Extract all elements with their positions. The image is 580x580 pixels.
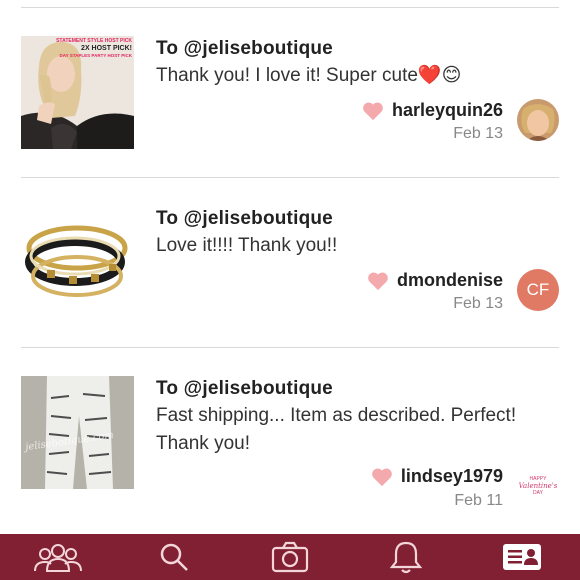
listing-thumbnail[interactable]: STATEMENT STYLE HOST PICK 2X HOST PICK! … [21, 36, 134, 149]
tab-account[interactable] [464, 534, 580, 580]
listing-thumbnail[interactable] [21, 206, 134, 319]
heart-icon [372, 468, 392, 486]
feedback-card[interactable]: To @jeliseboutique Love it!!!! Thank you… [0, 198, 580, 348]
tab-search[interactable] [116, 534, 232, 580]
recipient-label[interactable]: To @jeliseboutique [156, 208, 333, 230]
badge-text: 2X HOST PICK! [81, 45, 132, 52]
feedback-date: Feb 13 [453, 295, 503, 312]
recipient-label[interactable]: To @jeliseboutique [156, 38, 333, 60]
feedback-author[interactable]: dmondenise [367, 270, 503, 291]
profile-card-icon [503, 544, 541, 570]
avatar[interactable] [517, 99, 559, 141]
avatar-photo [517, 99, 559, 141]
divider [21, 347, 559, 348]
heart-icon [368, 272, 388, 290]
username[interactable]: lindsey1979 [401, 466, 503, 487]
badge-text: DAY STAPLES PARTY HOST PICK [59, 53, 132, 58]
tab-news[interactable] [348, 534, 464, 580]
listing-photo-bangles [21, 206, 134, 319]
feedback-author[interactable]: lindsey1979 [371, 466, 503, 487]
camera-icon [271, 541, 309, 573]
username[interactable]: harleyquin26 [392, 100, 503, 121]
listing-photo-jeans [21, 376, 134, 489]
avatar[interactable]: HAPPY Valentine's DAY [517, 466, 559, 508]
feedback-message: Fast shipping... Item as described. Perf… [156, 405, 517, 454]
username[interactable]: dmondenise [397, 270, 503, 291]
listing-thumbnail[interactable]: jelisebotique.com [21, 376, 134, 489]
divider [21, 177, 559, 178]
heart-icon [363, 102, 383, 120]
badge-text: STATEMENT STYLE HOST PICK [56, 38, 132, 44]
feedback-date: Feb 11 [454, 492, 503, 509]
bell-icon [390, 541, 422, 574]
tab-community[interactable] [0, 534, 116, 580]
listing-badge: STATEMENT STYLE HOST PICK 2X HOST PICK! … [56, 38, 132, 59]
tab-sell[interactable] [232, 534, 348, 580]
bottom-tab-bar [0, 534, 580, 580]
feedback-author[interactable]: harleyquin26 [362, 100, 503, 121]
community-icon [34, 544, 82, 572]
feedback-message: Love it!!!! Thank you!! [156, 235, 338, 256]
feedback-feed: STATEMENT STYLE HOST PICK 2X HOST PICK! … [0, 0, 580, 534]
avatar[interactable]: CF [517, 269, 559, 311]
avatar-text: Valentine's [518, 482, 558, 490]
feedback-card[interactable]: STATEMENT STYLE HOST PICK 2X HOST PICK! … [0, 28, 580, 178]
feedback-card[interactable]: jelisebotique.com To @jeliseboutique Fas… [0, 368, 580, 518]
divider [21, 7, 559, 8]
feedback-date: Feb 13 [453, 125, 503, 142]
feedback-message: Thank you! I love it! Super cute❤️😊 [156, 65, 462, 86]
recipient-label[interactable]: To @jeliseboutique [156, 378, 333, 400]
search-icon [160, 543, 188, 571]
avatar-text: DAY [533, 490, 543, 496]
